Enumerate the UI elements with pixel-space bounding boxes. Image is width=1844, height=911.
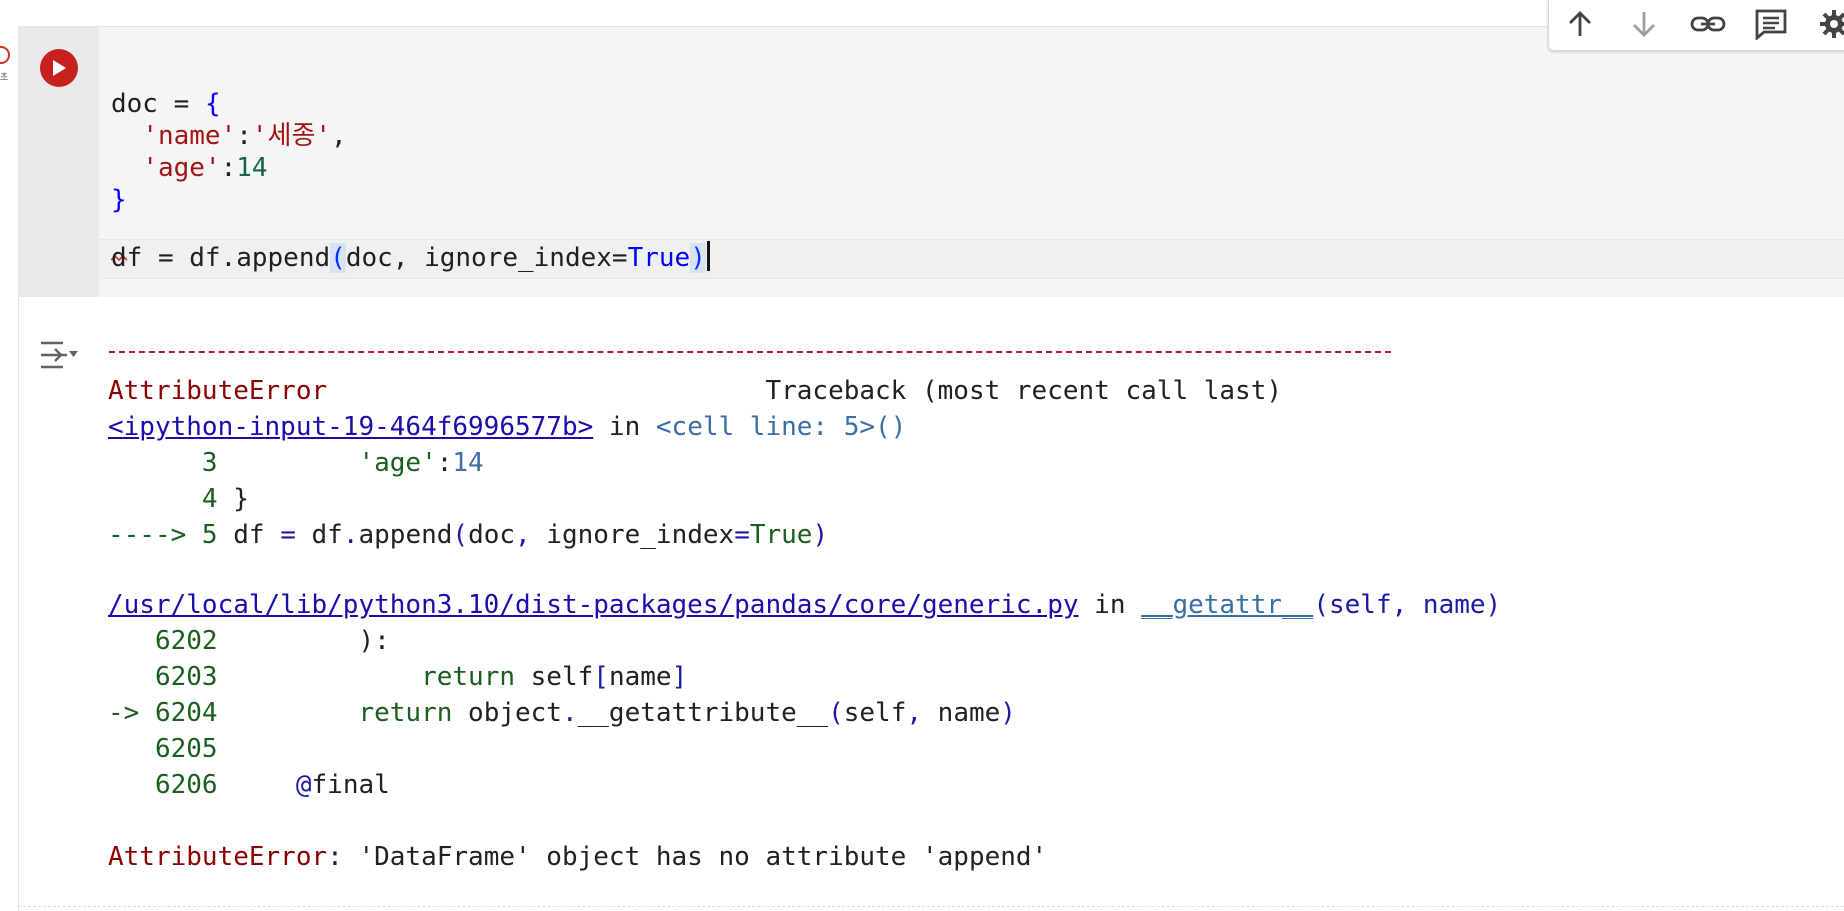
cell-input: doc = { 'name':'세종', 'age':14 } df = df.… [19, 27, 1844, 297]
move-cell-up-button[interactable] [1560, 4, 1600, 44]
run-cell-button[interactable] [40, 49, 78, 87]
code-cell[interactable]: doc = { 'name':'세종', 'age':14 } df = df.… [18, 26, 1844, 911]
code-editor[interactable]: doc = { 'name':'세종', 'age':14 } df = df.… [99, 27, 1844, 297]
gear-icon [1820, 10, 1844, 38]
traceback-line: 6206 @final [108, 770, 390, 800]
add-comment-button[interactable] [1751, 4, 1791, 44]
code-line-active: df = df.append(doc, ignore_index=True) [111, 239, 710, 277]
arrow-down-icon [1633, 12, 1655, 37]
traceback-line: 6203 return self[name] [108, 662, 688, 692]
traceback-frame-2-title: /usr/local/lib/python3.10/dist-packages/… [108, 590, 1502, 620]
link-icon [1690, 16, 1726, 32]
cell-bottom-border [18, 906, 1844, 907]
status-label: 초 [0, 72, 9, 82]
status-ring-icon [0, 46, 10, 64]
move-cell-down-button[interactable] [1624, 4, 1664, 44]
copy-link-button[interactable] [1688, 4, 1728, 44]
left-status-fragment: 초 [0, 46, 10, 86]
text-cursor [706, 241, 710, 271]
play-icon [53, 60, 66, 76]
cell-gutter [19, 27, 99, 297]
traceback-line: 6205 [108, 734, 218, 764]
error-message: AttributeError: 'DataFrame' object has n… [108, 842, 1048, 872]
comment-icon [1755, 9, 1787, 40]
traceback-line: 6202 ): [108, 626, 390, 656]
output-toggle-icon[interactable] [37, 337, 79, 373]
arrow-up-icon [1569, 11, 1591, 36]
traceback-file-link[interactable]: /usr/local/lib/python3.10/dist-packages/… [108, 590, 1079, 620]
cell-toolbar [1548, 0, 1844, 51]
traceback-line: 4 } [108, 484, 249, 514]
cell-output: AttributeError Traceback (most recent ca… [19, 297, 1844, 911]
traceback-line-current: -> 6204 return object.__getattribute__(s… [108, 698, 1016, 728]
cell-settings-button[interactable] [1814, 4, 1844, 44]
traceback-header: AttributeError Traceback (most recent ca… [108, 376, 1283, 406]
traceback-file-link[interactable]: <ipython-input-19-464f6996577b> [108, 412, 593, 442]
traceback-line-current: ----> 5 df = df.append(doc, ignore_index… [108, 520, 829, 550]
traceback-separator [109, 351, 1391, 353]
code-line: 'age':14 [142, 153, 268, 183]
traceback-frame-1-title: <ipython-input-19-464f6996577b> in <cell… [108, 412, 907, 442]
code-line: } [111, 185, 127, 215]
traceback-line: 3 'age':14 [108, 448, 484, 478]
